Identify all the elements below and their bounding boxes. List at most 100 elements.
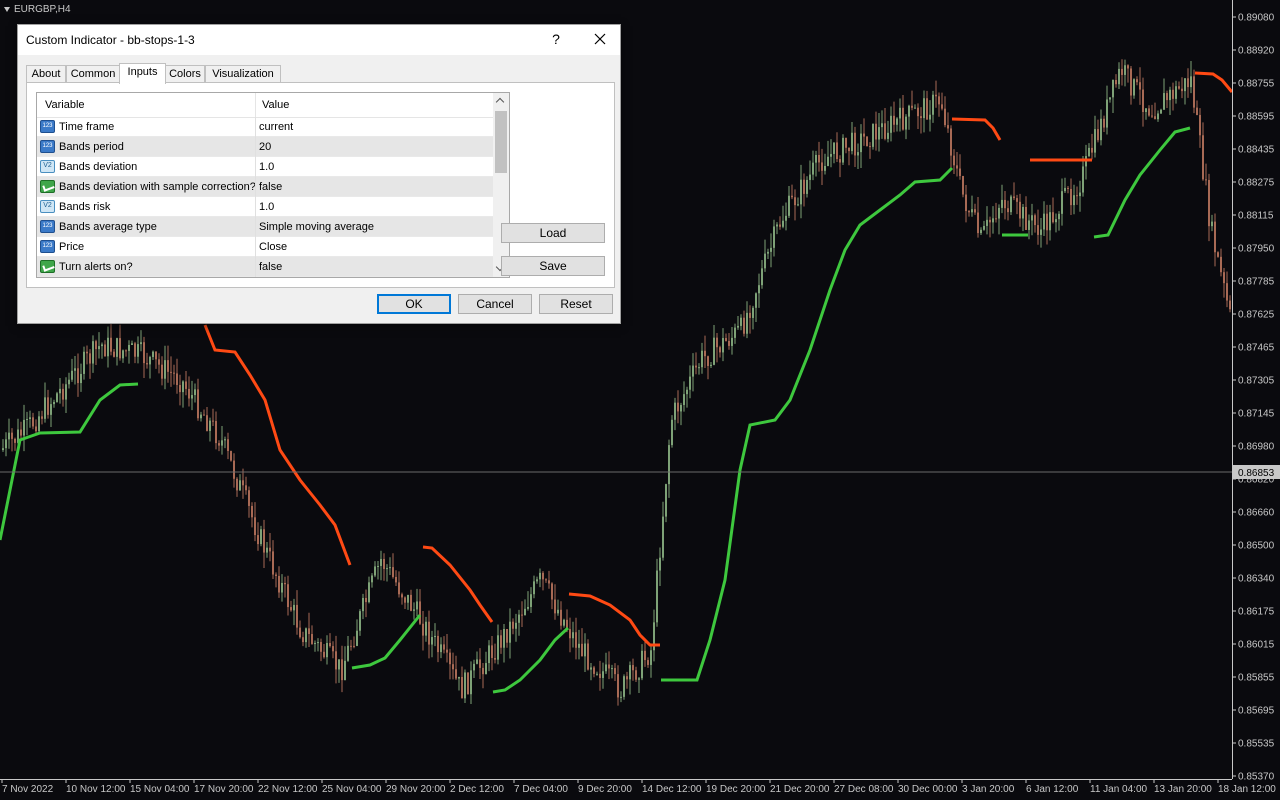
time-tick-label: 13 Jan 20:00 [1154,784,1212,795]
time-tick-label: 11 Jan 04:00 [1090,784,1148,795]
tab-colors[interactable]: Colors [165,65,205,83]
candle-body [806,179,808,194]
param-row[interactable]: Price Close [37,237,493,257]
column-header-variable[interactable]: Variable [45,99,85,111]
candle-body [794,197,796,206]
candle-body [1214,221,1216,253]
time-tick-label: 27 Dec 08:00 [834,784,894,795]
candle-body [1193,76,1195,108]
price-tick-label: 0.85695 [1238,706,1275,717]
candle-body [989,219,991,223]
candle-body [1160,109,1162,114]
dialog-titlebar[interactable]: Custom Indicator - bb-stops-1-3 ? [18,25,620,55]
candle-body [479,659,481,668]
candle-body [1073,195,1075,206]
candle-body [149,356,151,365]
candle-body [1127,65,1129,69]
param-name: Time frame [59,121,115,133]
cancel-button[interactable]: Cancel [458,294,532,314]
save-button[interactable]: Save [501,256,605,276]
param-name: Turn alerts on? [59,261,133,273]
candle-body [749,312,751,318]
candle-body [263,529,265,553]
candle-body [1067,187,1069,189]
candle-body [1226,283,1228,301]
candle-body [11,432,13,439]
candle-body [926,98,928,120]
param-value[interactable]: Simple moving average [259,221,374,233]
param-value[interactable]: false [259,261,282,273]
candle-body [725,338,727,341]
scroll-thumb[interactable] [495,111,507,173]
price-tick-label: 0.88115 [1238,211,1274,222]
candle-body [716,337,718,348]
candle-body [842,137,844,163]
candle-body [920,116,922,119]
price-tick-label: 0.88595 [1238,112,1275,123]
candle-body [1148,108,1150,116]
candle-body [761,268,763,286]
param-value[interactable]: false [259,181,282,193]
candle-body [1211,221,1213,227]
candle-body [29,417,31,419]
candle-body [1136,79,1138,83]
param-value[interactable]: current [259,121,293,133]
tab-inputs[interactable]: Inputs [119,63,166,84]
candle-body [440,644,442,653]
candle-body [230,451,232,461]
candle-body [704,350,706,357]
ok-button[interactable]: OK [377,294,451,314]
candle-body [302,637,304,643]
tab-about[interactable]: About [26,65,66,83]
candle-body [983,225,985,230]
candle-body [1220,256,1222,273]
close-button[interactable] [590,29,610,49]
candle-body [677,402,679,412]
param-value[interactable]: 1.0 [259,201,274,213]
candle-body [683,394,685,405]
triangle-down-icon [4,6,10,12]
inputs-grid[interactable]: Variable Value Time frame current Bands … [36,92,510,278]
candle-body [866,136,868,147]
candle-body [1157,113,1159,120]
param-value[interactable]: Close [259,241,287,253]
candle-body [176,373,178,385]
candle-body [89,353,91,364]
candle-body [1112,79,1114,98]
candle-body [953,155,955,166]
candle-body [1181,88,1183,92]
param-row[interactable]: Bands average type Simple moving average [37,217,493,237]
candle-body [377,565,379,567]
param-row[interactable]: Turn alerts on? false [37,257,493,277]
column-divider [255,93,256,117]
candle-body [905,116,907,130]
candle-body [224,439,226,441]
candle-body [623,676,625,697]
candle-body [947,125,949,129]
param-row[interactable]: Bands deviation with sample correction? … [37,177,493,197]
grid-scrollbar[interactable] [493,93,509,277]
param-row[interactable]: Time frame current [37,117,493,137]
candle-body [671,419,673,446]
param-row[interactable]: Bands risk 1.0 [37,197,493,217]
candle-body [347,645,349,661]
column-header-value[interactable]: Value [262,99,289,111]
scroll-up-arrow-icon[interactable] [493,93,509,109]
candle-body [827,156,829,166]
help-button[interactable]: ? [549,31,563,47]
tab-visualization[interactable]: Visualization [205,65,281,83]
param-row[interactable]: Bands deviation 1.0 [37,157,493,177]
param-value[interactable]: 1.0 [259,161,274,173]
candle-body [5,439,7,449]
candle-body [170,371,172,373]
param-row[interactable]: Bands period 20 [37,137,493,157]
param-value[interactable]: 20 [259,141,271,153]
candle-body [917,107,919,117]
candle-body [290,607,292,611]
tab-common[interactable]: Common [66,65,120,83]
candle-body [488,645,490,664]
candle-body [896,118,898,125]
reset-button[interactable]: Reset [539,294,613,314]
candle-body [296,604,298,628]
load-button[interactable]: Load [501,223,605,243]
